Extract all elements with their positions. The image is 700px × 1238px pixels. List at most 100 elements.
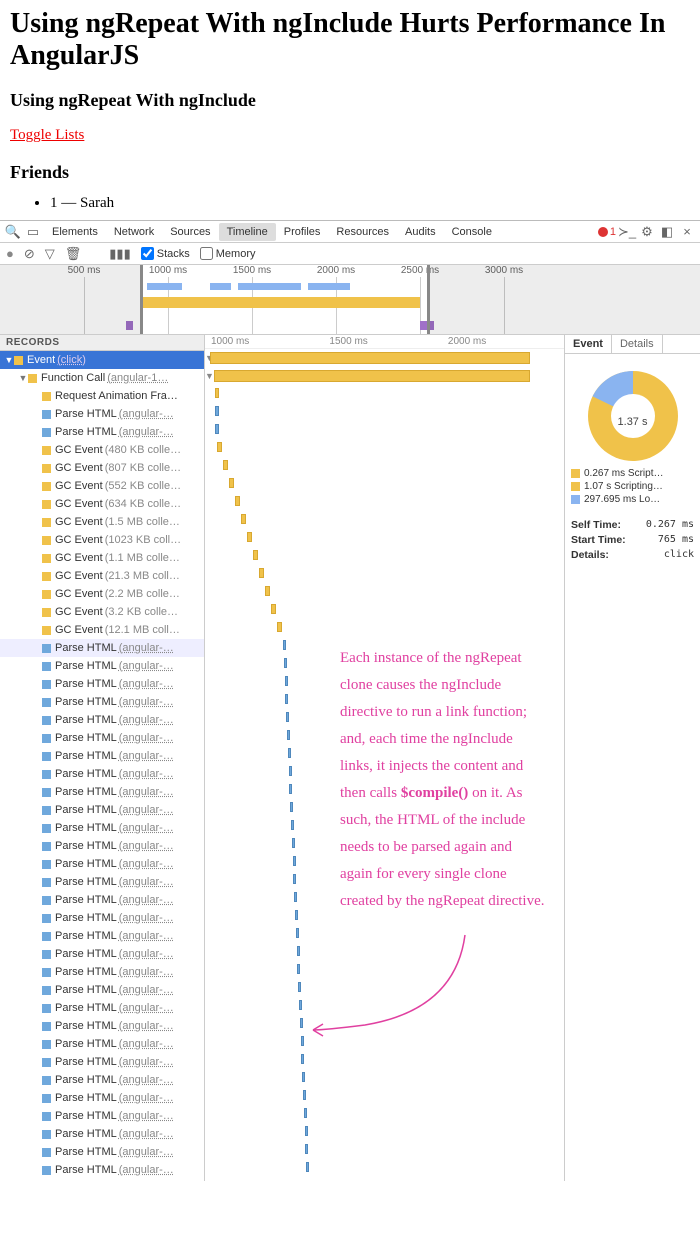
- filter-icon[interactable]: ▽: [45, 246, 55, 262]
- close-icon[interactable]: ×: [678, 224, 696, 239]
- tab-elements[interactable]: Elements: [44, 223, 106, 241]
- flame-bar[interactable]: [290, 802, 293, 812]
- flame-bar[interactable]: [301, 1036, 304, 1046]
- flame-bar[interactable]: [306, 1162, 309, 1172]
- record-row[interactable]: Parse HTML(angular-…: [0, 819, 204, 837]
- flame-bar[interactable]: [277, 622, 282, 632]
- flame-bar[interactable]: [271, 604, 276, 614]
- flame-bar[interactable]: [299, 1000, 302, 1010]
- record-row[interactable]: Parse HTML(angular-…: [0, 855, 204, 873]
- flame-bar[interactable]: [303, 1090, 306, 1100]
- tab-event[interactable]: Event: [565, 335, 612, 353]
- flame-bar[interactable]: [289, 766, 292, 776]
- record-row[interactable]: GC Event(12.1 MB coll…: [0, 621, 204, 639]
- record-row[interactable]: Parse HTML(angular-…: [0, 765, 204, 783]
- flame-bar[interactable]: [223, 460, 228, 470]
- flame-bar[interactable]: [297, 964, 300, 974]
- record-row[interactable]: Parse HTML(angular-…: [0, 693, 204, 711]
- record-row[interactable]: ▼Function Call(angular-1…: [0, 369, 204, 387]
- record-row[interactable]: Parse HTML(angular-…: [0, 1017, 204, 1035]
- record-row[interactable]: Parse HTML(angular-…: [0, 999, 204, 1017]
- flame-bar[interactable]: [215, 424, 219, 434]
- tab-console[interactable]: Console: [444, 223, 500, 241]
- record-row[interactable]: Parse HTML(angular-…: [0, 801, 204, 819]
- record-row[interactable]: Parse HTML(angular-…: [0, 657, 204, 675]
- tab-profiles[interactable]: Profiles: [276, 223, 329, 241]
- record-row[interactable]: Parse HTML(angular-…: [0, 909, 204, 927]
- flame-bar[interactable]: [229, 478, 234, 488]
- record-row[interactable]: GC Event(1.1 MB colle…: [0, 549, 204, 567]
- flame-bar[interactable]: [301, 1054, 304, 1064]
- record-row[interactable]: Parse HTML(angular-…: [0, 1071, 204, 1089]
- tab-details[interactable]: Details: [612, 335, 663, 353]
- record-row[interactable]: GC Event(21.3 MB coll…: [0, 567, 204, 585]
- flame-bar[interactable]: [293, 856, 296, 866]
- dock-icon[interactable]: ◧: [658, 224, 676, 240]
- flame-bar[interactable]: [215, 388, 219, 398]
- record-row[interactable]: Parse HTML(angular-…: [0, 1089, 204, 1107]
- flame-bar[interactable]: [302, 1072, 305, 1082]
- trash-icon[interactable]: 🗑: [65, 246, 82, 262]
- tab-sources[interactable]: Sources: [162, 223, 218, 241]
- record-row[interactable]: GC Event(1.5 MB colle…: [0, 513, 204, 531]
- flame-bar[interactable]: [287, 730, 290, 740]
- record-row[interactable]: GC Event(1023 KB coll…: [0, 531, 204, 549]
- flame-bar[interactable]: [295, 910, 298, 920]
- flame-bar[interactable]: [247, 532, 252, 542]
- record-row[interactable]: Parse HTML(angular-…: [0, 783, 204, 801]
- flame-bar[interactable]: [291, 820, 294, 830]
- record-row[interactable]: Parse HTML(angular-…: [0, 1125, 204, 1143]
- record-row[interactable]: Parse HTML(angular-…: [0, 1143, 204, 1161]
- record-row[interactable]: Parse HTML(angular-…: [0, 639, 204, 657]
- flame-bar[interactable]: [289, 784, 292, 794]
- tab-audits[interactable]: Audits: [397, 223, 444, 241]
- flame-bar[interactable]: [215, 406, 219, 416]
- record-row[interactable]: ▼Event(click): [0, 351, 204, 369]
- flame-bar[interactable]: [296, 928, 299, 938]
- flame-bar[interactable]: [294, 892, 297, 902]
- flame-bar[interactable]: [253, 550, 258, 560]
- toggle-lists-link[interactable]: Toggle Lists: [10, 127, 84, 143]
- flame-bar[interactable]: [305, 1126, 308, 1136]
- stacks-checkbox[interactable]: Stacks: [141, 247, 190, 260]
- record-row[interactable]: GC Event(3.2 KB colle…: [0, 603, 204, 621]
- tab-timeline[interactable]: Timeline: [219, 223, 276, 241]
- flame-bar[interactable]: [241, 514, 246, 524]
- gear-icon[interactable]: ⚙: [638, 224, 656, 240]
- search-icon[interactable]: 🔍: [4, 224, 22, 240]
- flame-bar[interactable]: [284, 658, 287, 668]
- record-row[interactable]: Parse HTML(angular-…: [0, 675, 204, 693]
- clear-icon[interactable]: ⊘: [24, 246, 35, 262]
- flame-bar[interactable]: [298, 982, 301, 992]
- record-row[interactable]: Parse HTML(angular-…: [0, 927, 204, 945]
- record-row[interactable]: Parse HTML(angular-…: [0, 1107, 204, 1125]
- tab-network[interactable]: Network: [106, 223, 162, 241]
- record-row[interactable]: Parse HTML(angular-…: [0, 945, 204, 963]
- record-row[interactable]: Parse HTML(angular-…: [0, 891, 204, 909]
- record-row[interactable]: Parse HTML(angular-…: [0, 1035, 204, 1053]
- flame-bar[interactable]: [265, 586, 270, 596]
- record-row[interactable]: Parse HTML(angular-…: [0, 1053, 204, 1071]
- flame-bar[interactable]: [217, 442, 222, 452]
- flame-bar[interactable]: [288, 748, 291, 758]
- record-row[interactable]: Parse HTML(angular-…: [0, 729, 204, 747]
- record-row[interactable]: GC Event(480 KB colle…: [0, 441, 204, 459]
- timeline-overview[interactable]: 500 ms1000 ms1500 ms2000 ms2500 ms3000 m…: [0, 265, 700, 335]
- record-row[interactable]: GC Event(552 KB colle…: [0, 477, 204, 495]
- record-row[interactable]: Parse HTML(angular-…: [0, 963, 204, 981]
- memory-checkbox[interactable]: Memory: [200, 247, 256, 260]
- error-badge[interactable]: 1: [598, 226, 616, 238]
- flame-bar[interactable]: [305, 1144, 308, 1154]
- flame-chart[interactable]: 1000 ms1500 ms2000 ms ▼ ▼ Each instance …: [205, 335, 565, 1181]
- tab-resources[interactable]: Resources: [328, 223, 397, 241]
- flame-bar[interactable]: [259, 568, 264, 578]
- record-icon[interactable]: ●: [6, 246, 14, 261]
- flame-bar[interactable]: [283, 640, 286, 650]
- record-row[interactable]: Parse HTML(angular-…: [0, 423, 204, 441]
- record-row[interactable]: GC Event(807 KB colle…: [0, 459, 204, 477]
- flame-bar[interactable]: [286, 712, 289, 722]
- record-row[interactable]: Parse HTML(angular-…: [0, 405, 204, 423]
- record-row[interactable]: Parse HTML(angular-…: [0, 837, 204, 855]
- record-row[interactable]: GC Event(2.2 MB colle…: [0, 585, 204, 603]
- record-row[interactable]: Parse HTML(angular-…: [0, 873, 204, 891]
